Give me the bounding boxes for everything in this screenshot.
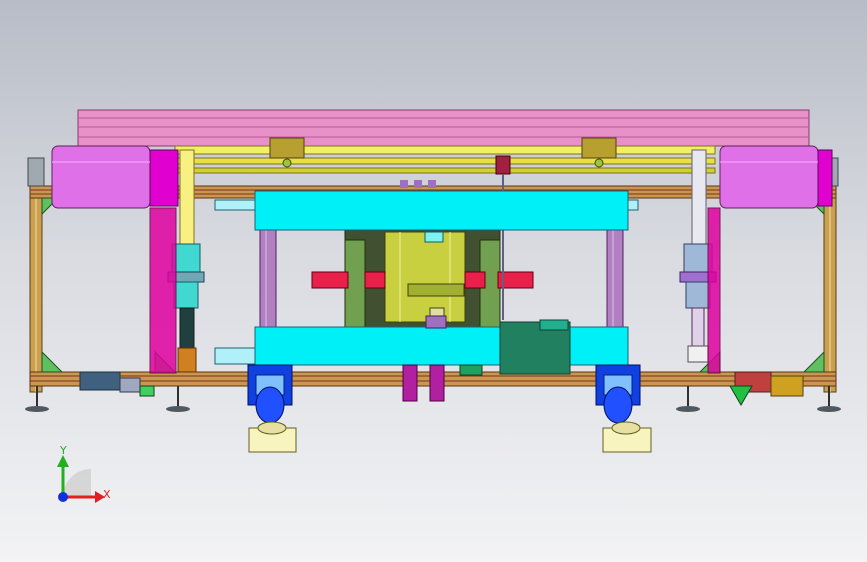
side-guide-right bbox=[679, 149, 721, 374]
hydraulic-cylinder bbox=[384, 231, 466, 323]
top-housing bbox=[77, 109, 810, 147]
motor-left bbox=[51, 145, 179, 209]
y-axis-label: Y bbox=[59, 444, 67, 457]
roller-left bbox=[247, 364, 297, 453]
axis-triad: Y X bbox=[57, 444, 111, 503]
lower-platen bbox=[254, 326, 629, 366]
red-crossbar-left bbox=[311, 271, 349, 289]
z-axis-dot bbox=[58, 492, 68, 502]
upper-platen bbox=[254, 190, 629, 231]
rail-carriage-right bbox=[581, 137, 617, 159]
motor-right bbox=[719, 145, 833, 209]
rail-carriage-left bbox=[269, 137, 305, 159]
center-mechanism bbox=[311, 155, 534, 329]
press-machine-drawing: Y X bbox=[25, 109, 841, 503]
cad-viewport[interactable]: Y X bbox=[0, 0, 867, 562]
x-axis-label: X bbox=[103, 488, 111, 501]
